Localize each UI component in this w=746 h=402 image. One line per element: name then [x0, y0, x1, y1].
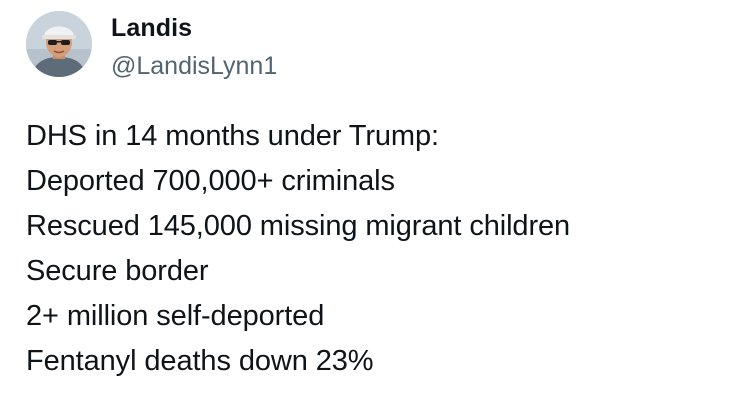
- tweet-line: 2+ million self-deported: [26, 300, 325, 332]
- tweet-line: DHS in 14 months under Trump:: [26, 120, 439, 152]
- tweet-line: Deported 700,000+ criminals: [26, 165, 395, 197]
- tweet-card: Landis @LandisLynn1 DHS in 14 months und…: [0, 0, 746, 402]
- author-handle[interactable]: @LandisLynn1: [111, 51, 277, 81]
- avatar-photo-icon: [26, 11, 92, 77]
- avatar[interactable]: [26, 11, 92, 77]
- tweet-line: Secure border: [26, 255, 209, 287]
- author-name[interactable]: Landis: [111, 13, 192, 43]
- tweet-line: Rescued 145,000 missing migrant children: [26, 210, 571, 242]
- tweet-text: DHS in 14 months under Trump: Deported 7…: [26, 114, 570, 384]
- tweet-line: Fentanyl deaths down 23%: [26, 345, 374, 377]
